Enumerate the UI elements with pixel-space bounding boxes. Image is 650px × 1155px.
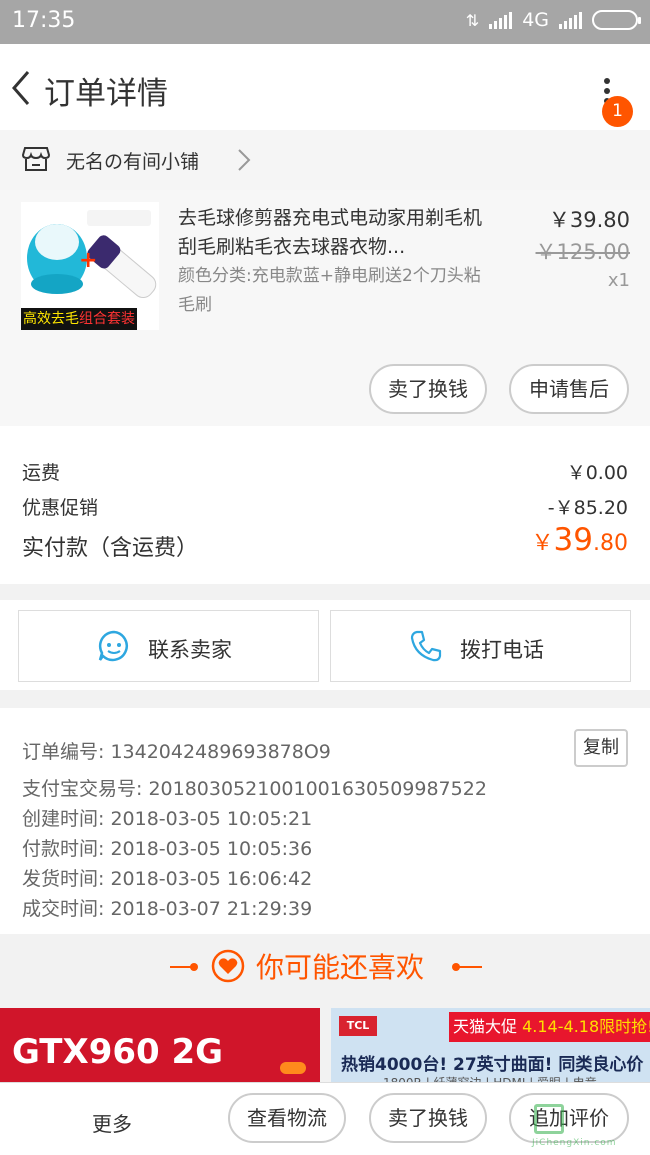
image-tag-yellow: 高效去毛 (23, 311, 79, 327)
recommend-line-right (456, 966, 482, 968)
product-thumbnail[interactable]: + 高效去毛组合套装 (21, 202, 159, 330)
status-indicators: ⇅ 4G (465, 9, 641, 31)
back-arrow-icon[interactable] (8, 68, 38, 108)
ad-promo: 天猫大促 4.14-4.18限时抢! (449, 1012, 650, 1042)
total-label: 实付款（含运费） (22, 536, 199, 561)
contact-seller-label: 联系卖家 (148, 638, 232, 662)
discount-label: 优惠促销 (22, 497, 99, 519)
status-time: 17:35 (12, 8, 76, 33)
chevron-right-icon (238, 149, 251, 171)
fee-summary: 运费 ￥0.00 优惠促销 -￥85.20 实付款（含运费） ￥39.80 (0, 426, 650, 584)
chat-bubble-icon (98, 630, 128, 662)
more-actions-button[interactable]: 更多 (92, 1108, 132, 1137)
network-type: 4G (522, 9, 549, 31)
view-logistics-button[interactable]: 查看物流 (228, 1093, 346, 1143)
ad-promo-label: 天猫大促 (453, 1017, 518, 1036)
ad-promo-date: 4.14-4.18限时抢! (522, 1017, 650, 1036)
order-item[interactable]: + 高效去毛组合套装 去毛球修剪器充电式电动家用剃毛机刮毛刷粘毛衣去球器衣物..… (0, 190, 650, 426)
battery-icon (592, 10, 641, 30)
notification-badge: 1 (602, 96, 633, 127)
page-title: 订单详情 (44, 76, 168, 112)
shipping-label: 运费 (22, 462, 61, 484)
total-currency: ￥ (531, 531, 554, 556)
watermark-text: JiChengXin.com (532, 1138, 617, 1148)
copy-button[interactable]: 复制 (574, 729, 628, 767)
discount-row: 优惠促销 -￥85.20 (22, 493, 628, 520)
discount-value: -￥85.20 (547, 497, 628, 519)
contact-seller-button[interactable]: 联系卖家 (18, 610, 319, 682)
watermark-logo-icon (534, 1104, 564, 1134)
call-phone-button[interactable]: 拨打电话 (330, 610, 631, 682)
data-transfer-icon: ⇅ (465, 10, 480, 30)
alipay-number: 支付宝交易号: 2018030521001001630509987522 (22, 778, 487, 800)
contact-section: 联系卖家 拨打电话 (0, 600, 650, 690)
shop-name: 无名の有间小铺 (66, 151, 200, 173)
signal-icon-2 (559, 11, 582, 29)
ad-headline: 热销4000台! 27英寸曲面! 同类良心价 (341, 1055, 644, 1075)
image-tag-red: 组合套装 (79, 311, 135, 327)
original-price: ￥125.00 (535, 240, 630, 264)
signal-icon (489, 11, 513, 29)
phone-icon (410, 630, 442, 662)
total-value: ￥39.80 (532, 522, 628, 558)
product-title[interactable]: 去毛球修剪器充电式电动家用剃毛机刮毛刷粘毛衣去球器衣物... (178, 204, 498, 262)
ad-ribbon-icon (280, 1062, 306, 1074)
page-header: 订单详情 1 (0, 44, 650, 130)
ad-gpu-text: GTX960 2G (12, 1032, 224, 1072)
shipping-row: 运费 ￥0.00 (22, 458, 628, 485)
recommend-header: 你可能还喜欢 (0, 934, 650, 1000)
completed-time: 成交时间: 2018-03-07 21:29:39 (22, 898, 313, 920)
product-price: ￥39.80 (548, 208, 630, 232)
shipping-value: ￥0.00 (566, 462, 628, 484)
sell-button[interactable]: 卖了换钱 (369, 364, 487, 414)
shop-row[interactable]: 无名の有间小铺 (0, 130, 650, 190)
after-sale-button[interactable]: 申请售后 (509, 364, 629, 414)
paid-time: 付款时间: 2018-03-05 10:05:36 (22, 838, 313, 860)
total-integer: 39 (553, 522, 593, 558)
recommend-dot-left (190, 963, 198, 971)
created-time: 创建时间: 2018-03-05 10:05:21 (22, 808, 313, 830)
shop-icon (22, 147, 50, 171)
bottom-sell-button[interactable]: 卖了换钱 (369, 1093, 487, 1143)
shipped-time: 发货时间: 2018-03-05 16:06:42 (22, 868, 313, 890)
image-tagline: 高效去毛组合套装 (21, 308, 137, 330)
total-row: 实付款（含运费） ￥39.80 (22, 522, 628, 562)
site-watermark: JiChengXin.com (532, 1104, 648, 1154)
product-sku: 颜色分类:充电款蓝+静电刷送2个刀头粘毛刷 (178, 266, 481, 315)
recommend-title: 你可能还喜欢 (256, 951, 425, 984)
total-decimal: .80 (593, 531, 628, 556)
order-number: 订单编号: 1342042489693878O9 (22, 741, 331, 763)
order-info: 订单编号: 1342042489693878O9 复制 支付宝交易号: 2018… (0, 708, 650, 934)
image-plus-sign: + (79, 248, 98, 273)
product-quantity: x1 (607, 270, 630, 291)
heart-icon (211, 949, 245, 983)
status-bar: 17:35 ⇅ 4G (0, 0, 650, 44)
ad-brand-logo: TCL (339, 1016, 377, 1036)
call-phone-label: 拨打电话 (460, 638, 544, 662)
